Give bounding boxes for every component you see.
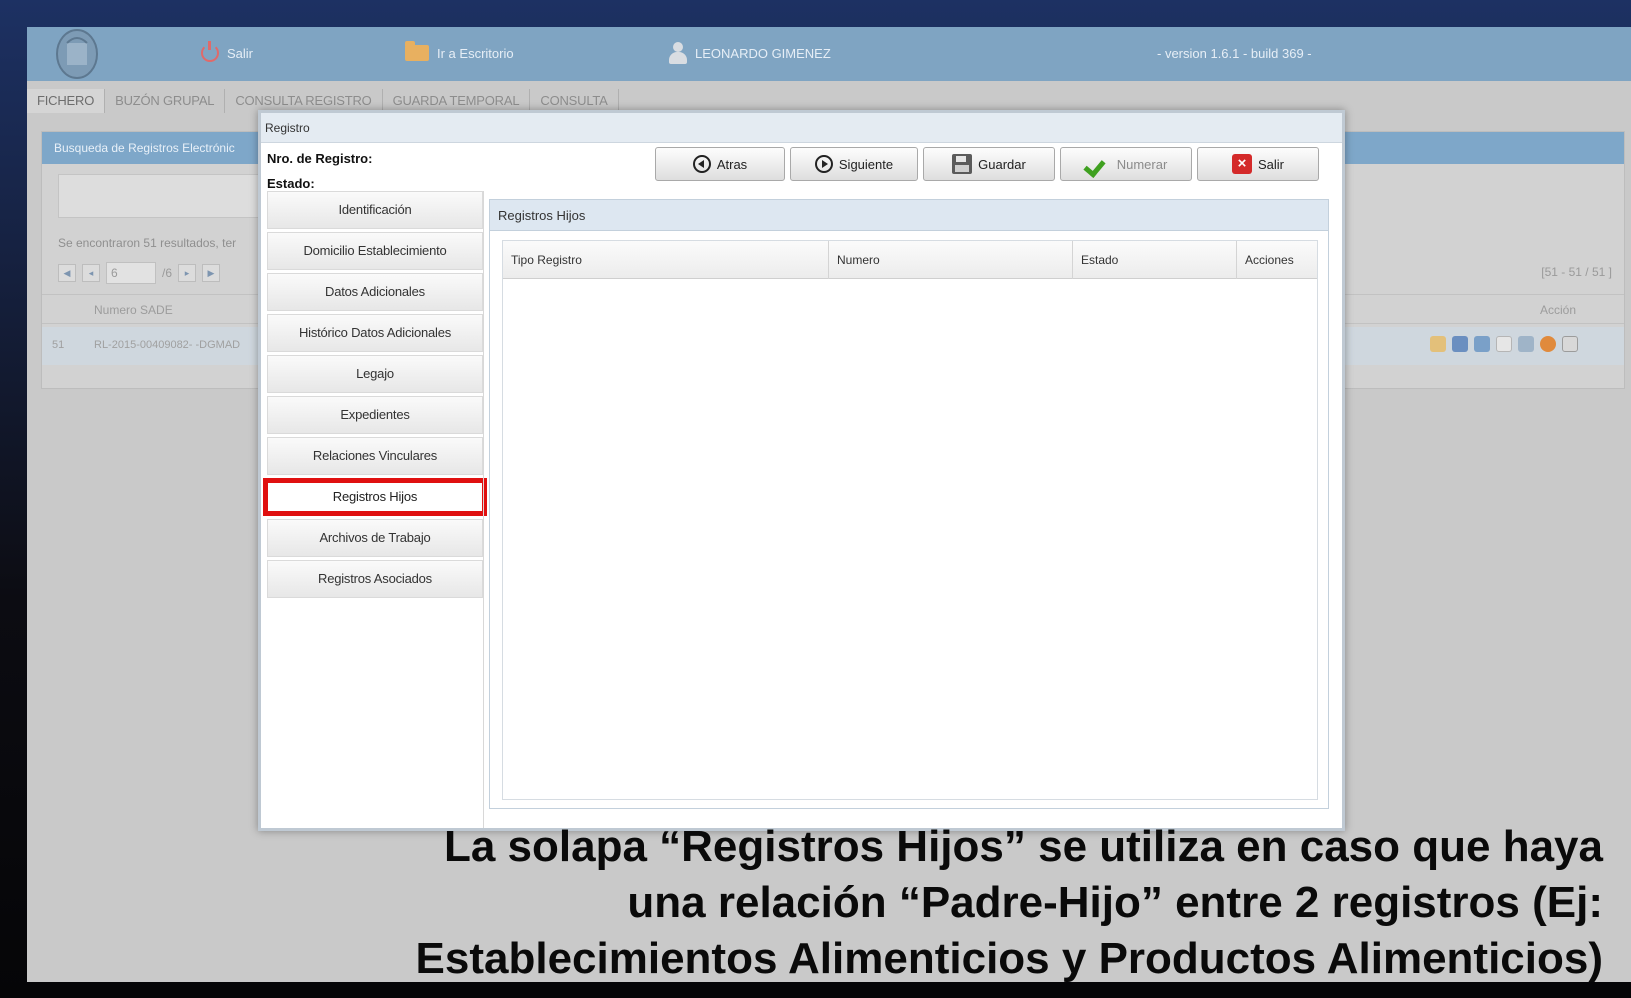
save-icon <box>952 154 973 174</box>
folder-icon <box>405 41 429 61</box>
tab-fichero[interactable]: FICHERO <box>27 89 106 113</box>
pager: ◀ ◂ 6 /6 ▸ ▶ <box>58 262 221 284</box>
guardar-button[interactable]: Guardar <box>923 147 1055 181</box>
nav-relaciones-vinculares[interactable]: Relaciones Vinculares <box>267 437 483 475</box>
back-icon <box>692 155 711 173</box>
power-icon <box>201 41 219 62</box>
prev-page-icon[interactable]: ◂ <box>82 264 100 282</box>
numerar-button[interactable]: Numerar <box>1060 147 1192 181</box>
siguiente-label: Siguiente <box>838 156 894 172</box>
user-name: LEONARDO GIMENEZ <box>695 45 831 61</box>
forward-action-icon[interactable] <box>1518 336 1534 352</box>
row-numero: RL-2015-00409082- -DGMAD <box>94 339 241 351</box>
registro-dialog: Registro Nro. de Registro: Estado: Atras… <box>258 110 1345 831</box>
app-header-bar: Salir Ir a Escritorio LEONARDO GIMENEZ -… <box>27 27 1631 81</box>
user-info: LEONARDO GIMENEZ <box>669 42 831 64</box>
first-page-icon[interactable]: ◀ <box>58 264 76 282</box>
user-icon <box>669 42 687 64</box>
row-index: 51 <box>52 339 65 351</box>
export-action-icon[interactable] <box>1562 336 1578 352</box>
nav-registros-asociados[interactable]: Registros Asociados <box>267 560 483 598</box>
nav-identificacion[interactable]: Identificación <box>267 191 483 229</box>
version-info: - version 1.6.1 - build 369 - <box>1157 43 1312 63</box>
results-range: [51 - 51 / 51 ] <box>1541 265 1612 279</box>
check-icon <box>1085 156 1111 172</box>
siguiente-button[interactable]: Siguiente <box>790 147 918 181</box>
grid-header: Tipo Registro Numero Estado Acciones <box>503 241 1317 279</box>
nav-historico-datos-adicionales[interactable]: Histórico Datos Adicionales <box>267 314 483 352</box>
nav-archivos-de-trabajo[interactable]: Archivos de Trabajo <box>267 519 483 557</box>
application-screen: Salir Ir a Escritorio LEONARDO GIMENEZ -… <box>27 27 1631 982</box>
col-numero-sade: Numero SADE <box>94 303 173 317</box>
salir-button[interactable]: × Salir <box>1197 147 1319 181</box>
estado-label: Estado: <box>267 176 315 191</box>
version-label: - version 1.6.1 - build 369 - <box>1157 45 1312 61</box>
users-action-icon[interactable] <box>1474 336 1490 352</box>
document-action-icon[interactable] <box>1496 336 1512 352</box>
nro-registro-label: Nro. de Registro: <box>267 151 373 166</box>
exit-link[interactable]: Salir <box>201 41 254 63</box>
save-action-icon[interactable] <box>1452 336 1468 352</box>
results-count: Se encontraron 51 resultados, ter <box>58 236 237 250</box>
nav-legajo[interactable]: Legajo <box>267 355 483 393</box>
dialog-toolbar: Atras Siguiente Guardar Numerar × Salir <box>655 147 1319 181</box>
registros-hijos-panel: Registros Hijos Tipo Registro Numero Est… <box>489 199 1329 809</box>
nav-domicilio-establecimiento[interactable]: Domicilio Establecimiento <box>267 232 483 270</box>
col-numero[interactable]: Numero <box>829 241 1073 279</box>
last-page-icon[interactable]: ▶ <box>202 264 221 282</box>
search-filter-box <box>58 174 278 218</box>
close-icon: × <box>1231 154 1252 174</box>
folder-action-icon[interactable] <box>1430 336 1446 352</box>
registros-hijos-grid: Tipo Registro Numero Estado Acciones <box>502 240 1318 800</box>
nav-datos-adicionales[interactable]: Datos Adicionales <box>267 273 483 311</box>
atras-label: Atras <box>716 156 748 172</box>
desk-link[interactable]: Ir a Escritorio <box>405 41 514 63</box>
caption-line-2: una relación “Padre-Hijo” entre 2 regist… <box>627 878 1603 927</box>
salir-label: Salir <box>1257 156 1284 172</box>
row-actions <box>1430 336 1578 352</box>
numerar-label: Numerar <box>1116 156 1168 172</box>
settings-action-icon[interactable] <box>1540 336 1556 352</box>
nav-registros-hijos[interactable]: Registros Hijos <box>263 478 487 516</box>
exit-label: Salir <box>227 45 254 61</box>
next-icon <box>814 155 833 173</box>
col-tipo-registro[interactable]: Tipo Registro <box>503 241 829 279</box>
dialog-title: Registro <box>261 113 1342 143</box>
caption-line-1: La solapa “Registros Hijos” se utiliza e… <box>443 822 1603 871</box>
col-estado[interactable]: Estado <box>1073 241 1237 279</box>
col-acciones[interactable]: Acciones <box>1237 241 1317 279</box>
next-page-icon[interactable]: ▸ <box>178 264 197 282</box>
caption-line-3: Establecimientos Alimenticios y Producto… <box>415 934 1603 982</box>
explanation-caption: La solapa “Registros Hijos” se utiliza e… <box>303 819 1603 982</box>
page-total: /6 <box>162 266 173 280</box>
guardar-label: Guardar <box>978 156 1026 172</box>
col-accion: Acción <box>1539 303 1576 317</box>
page-input[interactable]: 6 <box>106 262 156 284</box>
desk-label: Ir a Escritorio <box>437 45 514 61</box>
panel-title: Registros Hijos <box>490 200 1328 231</box>
atras-button[interactable]: Atras <box>655 147 785 181</box>
tab-buzon-grupal[interactable]: BUZÓN GRUPAL <box>105 89 226 113</box>
city-logo-icon <box>56 29 98 79</box>
nav-divider <box>483 191 484 828</box>
nav-expedientes[interactable]: Expedientes <box>267 396 483 434</box>
registro-nav: Identificación Domicilio Establecimiento… <box>263 191 487 601</box>
